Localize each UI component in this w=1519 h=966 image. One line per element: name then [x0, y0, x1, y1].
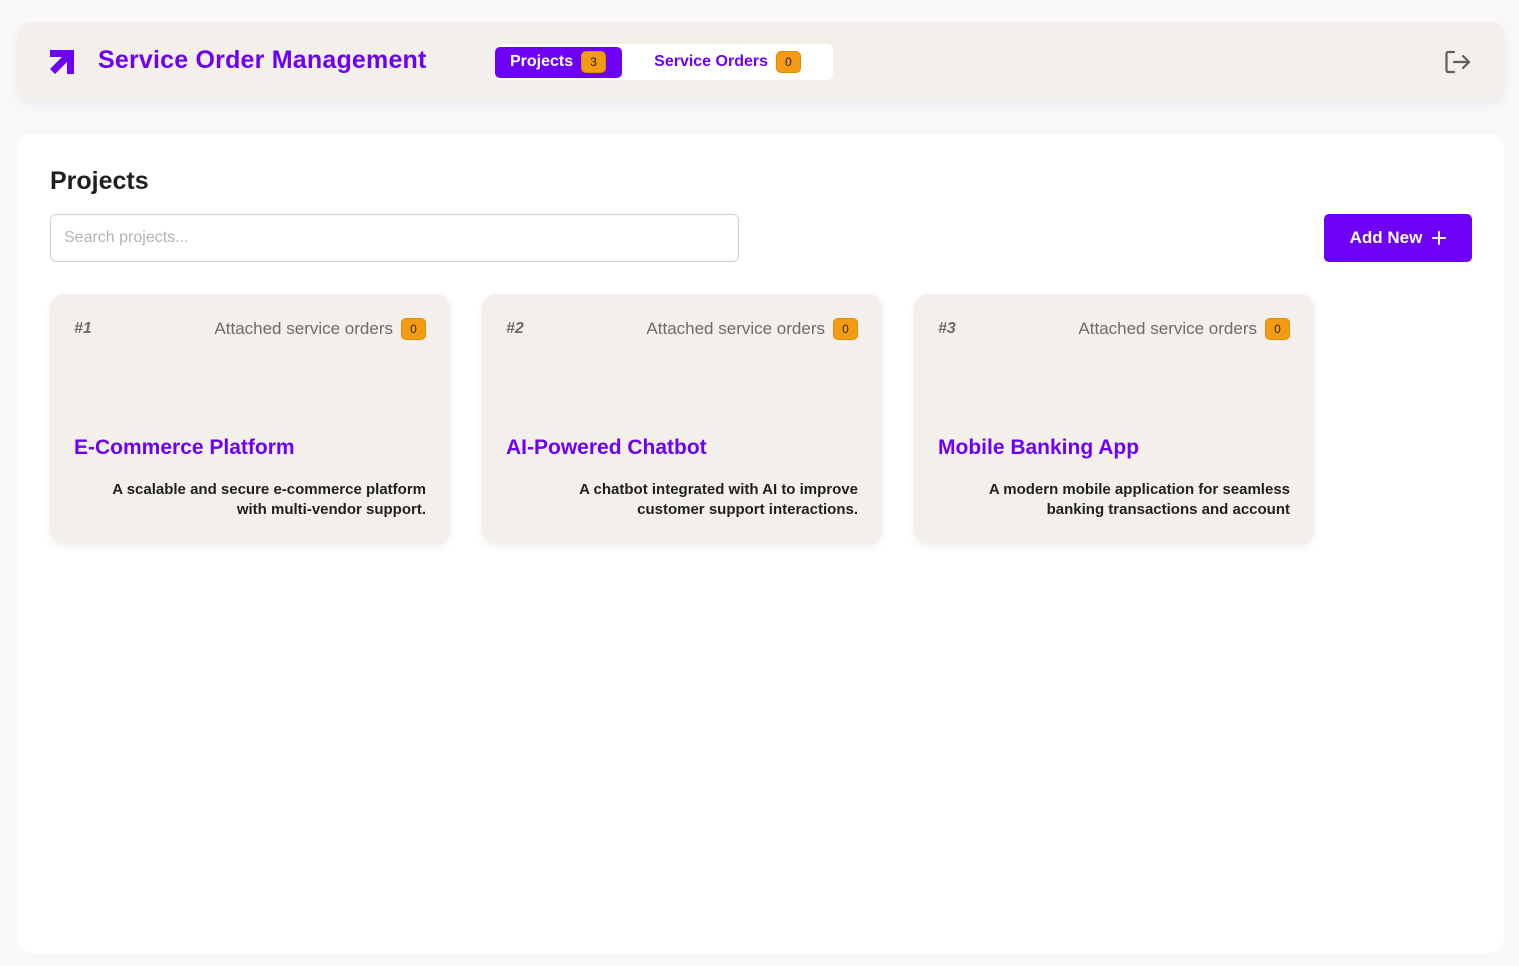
tab-projects[interactable]: Projects 3 [495, 46, 623, 78]
project-number: #3 [938, 320, 956, 337]
project-title: Mobile Banking App [938, 436, 1140, 459]
plus-icon [1432, 231, 1447, 245]
attached-orders-badge: 0 [833, 318, 858, 340]
attached-orders: Attached service orders 0 [214, 318, 426, 340]
search-input[interactable] [50, 214, 739, 262]
project-description: A chatbot integrated with AI to improve … [579, 481, 858, 518]
project-number: #1 [74, 320, 92, 337]
app-header: Service Order Management Projects 3 Serv… [18, 22, 1504, 100]
project-description: A modern mobile application for seamless… [988, 481, 1290, 518]
project-description: A scalable and secure e-commerce platfor… [112, 481, 426, 518]
add-new-label: Add New [1349, 228, 1423, 247]
project-number: #2 [506, 320, 524, 337]
tab-projects-label: Projects [510, 53, 574, 70]
attached-orders-label: Attached service orders [646, 319, 825, 338]
service-orders-count-badge: 0 [776, 51, 801, 73]
app-title: Service Order Management [98, 46, 427, 74]
project-title: E-Commerce Platform [74, 436, 295, 459]
attached-orders-badge: 0 [401, 318, 426, 340]
tab-service-orders-label: Service Orders [654, 53, 768, 70]
attached-orders-label: Attached service orders [214, 319, 393, 338]
project-card[interactable]: #2 Attached service orders 0 AI-Powered … [482, 294, 882, 544]
attached-orders-label: Attached service orders [1078, 319, 1257, 338]
project-card[interactable]: #1 Attached service orders 0 E-Commerce … [50, 294, 450, 544]
project-card[interactable]: #3 Attached service orders 0 Mobile Bank… [914, 294, 1314, 544]
attached-orders: Attached service orders 0 [1078, 318, 1290, 340]
tab-service-orders[interactable]: Service Orders 0 [622, 47, 819, 78]
logout-icon[interactable] [1442, 47, 1472, 77]
attached-orders: Attached service orders 0 [646, 318, 858, 340]
attached-orders-badge: 0 [1265, 318, 1290, 340]
main-nav: Projects 3 Service Orders 0 [495, 44, 833, 80]
arrow-up-right-icon[interactable] [50, 50, 74, 74]
project-title: AI-Powered Chatbot [506, 436, 707, 459]
projects-panel: Projects Add New #1 Attached service ord… [18, 134, 1504, 953]
add-new-button[interactable]: Add New [1324, 214, 1472, 262]
projects-count-badge: 3 [581, 51, 607, 73]
page-title: Projects [50, 167, 149, 195]
